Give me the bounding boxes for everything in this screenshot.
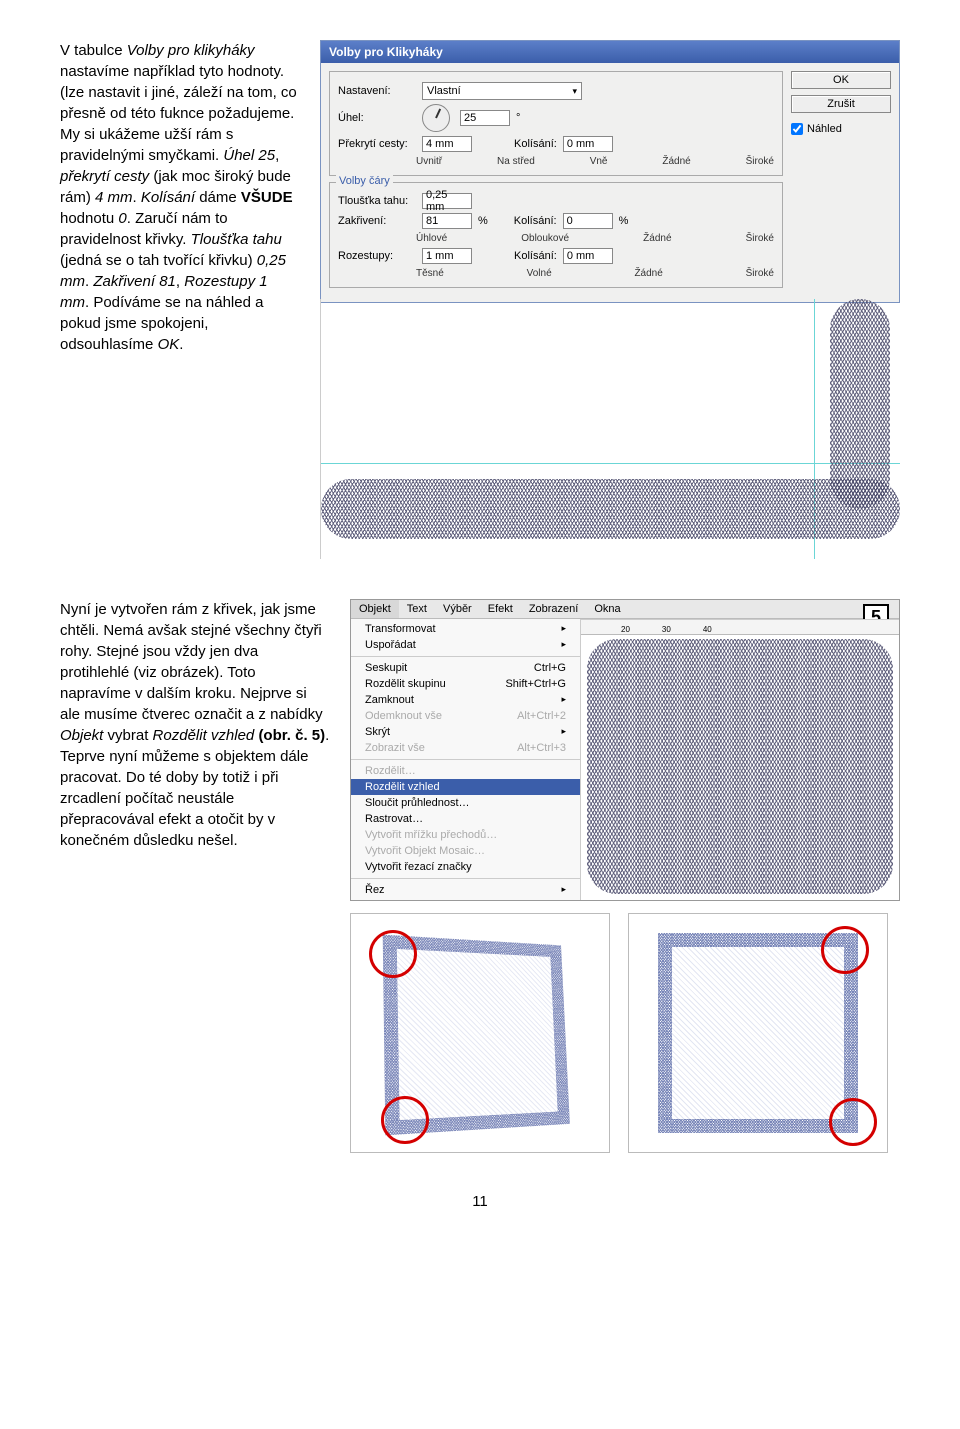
fieldset-settings: Nastavení: Vlastní Úhel: 25 ° Překrytí c… bbox=[329, 71, 783, 176]
space-var-label: Kolísání: bbox=[514, 250, 557, 262]
page-number: 11 bbox=[60, 1193, 900, 1210]
spacing-input[interactable]: 1 mm bbox=[422, 248, 472, 264]
fieldset-line-label: Volby čáry bbox=[336, 175, 393, 187]
curv-var-input[interactable]: 0 bbox=[563, 213, 613, 229]
mi-transformovat[interactable]: Transformovat▸ bbox=[351, 621, 580, 637]
angle-knob-icon[interactable] bbox=[422, 104, 450, 132]
curvature-label: Zakřivení: bbox=[338, 215, 416, 227]
mi-rozdelit-vzhled[interactable]: Rozdělit vzhled bbox=[351, 779, 580, 795]
paragraph-1: V tabulce Volby pro klikyháky nastavíme … bbox=[60, 40, 300, 355]
paragraph-2: Nyní je vytvořen rám z křivek, jak jsme … bbox=[60, 599, 330, 851]
mi-rozdelit: Rozdělit… bbox=[351, 763, 580, 779]
variation-label: Kolísání: bbox=[514, 138, 557, 150]
menu-zobrazeni[interactable]: Zobrazení bbox=[521, 600, 587, 618]
highlight-circle-icon bbox=[829, 1098, 877, 1146]
frame-segment-vertical bbox=[830, 299, 890, 509]
stroke-label: Tloušťka tahu: bbox=[338, 195, 416, 207]
menu-objekt[interactable]: Objekt bbox=[351, 600, 399, 618]
mi-rastrovat[interactable]: Rastrovat… bbox=[351, 811, 580, 827]
highlight-circle-icon bbox=[821, 926, 869, 974]
mi-skryt[interactable]: Skrýt▸ bbox=[351, 724, 580, 740]
variation-input[interactable]: 0 mm bbox=[563, 136, 613, 152]
mi-mosaic: Vytvořit Objekt Mosaic… bbox=[351, 843, 580, 859]
mi-sloucit[interactable]: Sloučit průhlednost… bbox=[351, 795, 580, 811]
mi-mrizka: Vytvořit mřížku přechodů… bbox=[351, 827, 580, 843]
menu-vyber[interactable]: Výběr bbox=[435, 600, 480, 618]
mi-zamknout[interactable]: Zamknout▸ bbox=[351, 692, 580, 708]
overlap-input[interactable]: 4 mm bbox=[422, 136, 472, 152]
ok-button[interactable]: OK bbox=[791, 71, 891, 89]
curvature-input[interactable]: 81 bbox=[422, 213, 472, 229]
overlap-label: Překrytí cesty: bbox=[338, 138, 416, 150]
guide-horizontal bbox=[321, 463, 900, 464]
mi-odemknout: Odemknout všeAlt+Ctrl+2 bbox=[351, 708, 580, 724]
menu-object: 5 Objekt Text Výběr Efekt Zobrazení Okna… bbox=[350, 599, 900, 901]
mi-seskupit[interactable]: SeskupitCtrl+G bbox=[351, 660, 580, 676]
menubar: Objekt Text Výběr Efekt Zobrazení Okna bbox=[351, 600, 899, 619]
mi-rozdelit-skupinu[interactable]: Rozdělit skupinuShift+Ctrl+G bbox=[351, 676, 580, 692]
preview-canvas bbox=[320, 299, 900, 559]
thumbnail-flat bbox=[628, 913, 888, 1153]
cancel-button[interactable]: Zrušit bbox=[791, 95, 891, 113]
mi-rezaci-znacky[interactable]: Vytvořit řezací značky bbox=[351, 859, 580, 875]
stroke-input[interactable]: 0,25 mm bbox=[422, 193, 472, 209]
highlight-circle-icon bbox=[381, 1096, 429, 1144]
highlight-circle-icon bbox=[369, 930, 417, 978]
ruler: 203040 bbox=[581, 619, 899, 635]
frame-segment-horizontal bbox=[321, 479, 900, 539]
preview-checkbox[interactable]: Náhled bbox=[791, 123, 891, 135]
preset-dropdown[interactable]: Vlastní bbox=[422, 82, 582, 100]
menu-text[interactable]: Text bbox=[399, 600, 435, 618]
angle-input[interactable]: 25 bbox=[460, 110, 510, 126]
mi-rez[interactable]: Řez▸ bbox=[351, 882, 580, 898]
dialog-klikyhaky: Volby pro Klikyháky Nastavení: Vlastní Ú… bbox=[320, 40, 900, 303]
canvas-frame-preview bbox=[587, 639, 893, 894]
fieldset-line-options: Volby čáry Tloušťka tahu: 0,25 mm Zakřiv… bbox=[329, 182, 783, 288]
dialog-title: Volby pro Klikyháky bbox=[321, 41, 899, 63]
mi-zobrazit-vse: Zobrazit všeAlt+Ctrl+3 bbox=[351, 740, 580, 756]
menu-efekt[interactable]: Efekt bbox=[480, 600, 521, 618]
angle-label: Úhel: bbox=[338, 112, 416, 124]
curv-var-label: Kolísání: bbox=[514, 215, 557, 227]
space-var-input[interactable]: 0 mm bbox=[563, 248, 613, 264]
spacing-label: Rozestupy: bbox=[338, 250, 416, 262]
mi-usporadat[interactable]: Uspořádat▸ bbox=[351, 637, 580, 653]
preset-label: Nastavení: bbox=[338, 85, 416, 97]
thumbnail-skewed bbox=[350, 913, 610, 1153]
menu-okna[interactable]: Okna bbox=[586, 600, 628, 618]
